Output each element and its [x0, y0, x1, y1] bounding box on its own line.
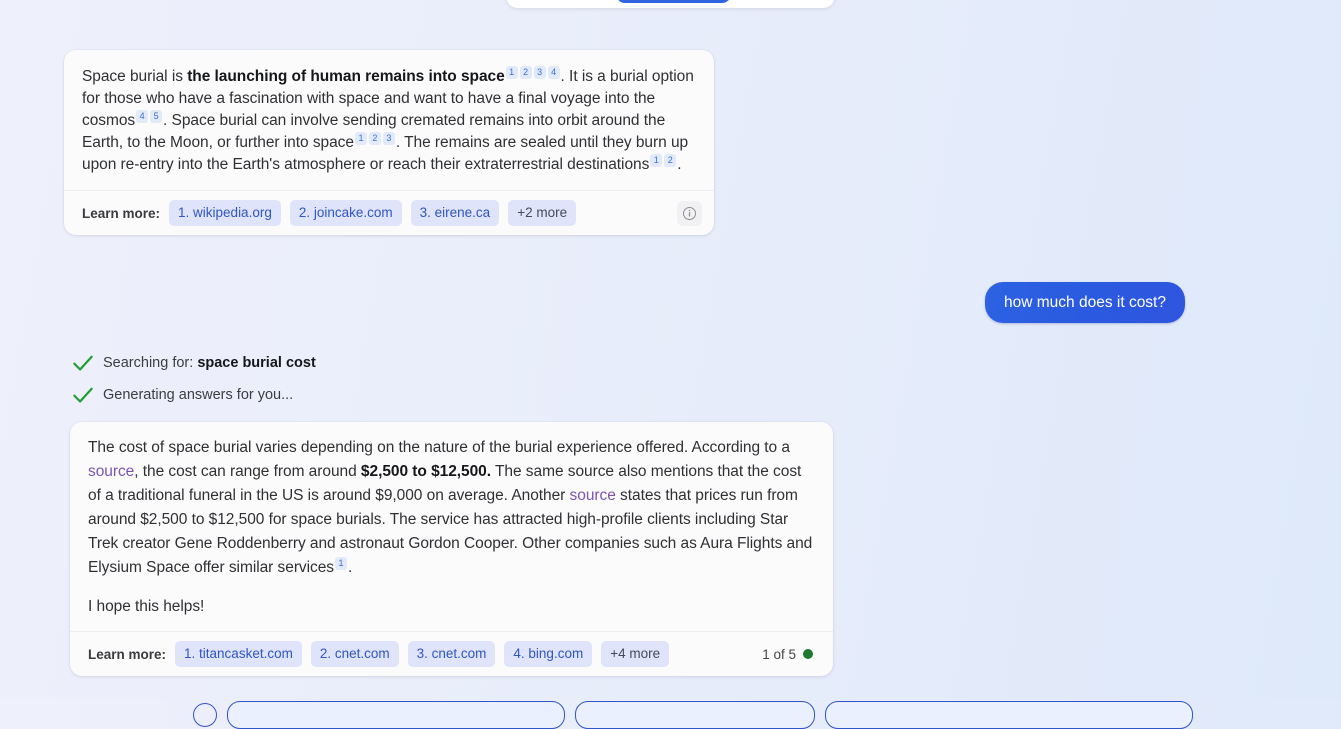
- citation-badge[interactable]: 3: [382, 132, 395, 145]
- answer-1-text-lead: Space burial is: [82, 68, 188, 85]
- answer-2-text-2: , the cost can range from around: [134, 463, 361, 480]
- answer-card-2-paragraph-1: The cost of space burial varies dependin…: [88, 436, 815, 580]
- answer-1-bold-phrase: the launching of human remains into spac…: [187, 68, 505, 85]
- more-sources-chip[interactable]: +2 more: [508, 200, 577, 226]
- answer-2-text-5: .: [347, 559, 353, 576]
- source-chip[interactable]: 1. titancasket.com: [175, 641, 302, 667]
- suggestion-chip[interactable]: [575, 701, 815, 729]
- citation-badge[interactable]: 1: [335, 557, 347, 570]
- status-query: space burial cost: [197, 355, 316, 371]
- suggestion-chips-row: [0, 701, 1341, 729]
- info-icon-glyph: [683, 206, 696, 220]
- status-list: Searching for: space burial cost Generat…: [70, 350, 316, 414]
- source-link[interactable]: source: [570, 487, 616, 504]
- source-chip[interactable]: 1. wikipedia.org: [169, 200, 281, 226]
- answer-card-2-footer: Learn more: 1. titancasket.com 2. cnet.c…: [70, 631, 833, 676]
- citation-badge[interactable]: 2: [664, 154, 677, 167]
- more-sources-chip[interactable]: +4 more: [601, 641, 670, 667]
- suggestion-avatar-icon: [193, 703, 217, 727]
- check-icon: [73, 387, 93, 403]
- citation-badge[interactable]: 4: [547, 66, 560, 79]
- citation-badge[interactable]: 5: [150, 110, 163, 123]
- answer-card-2: The cost of space burial varies dependin…: [70, 422, 833, 676]
- learn-more-label: Learn more:: [88, 646, 167, 662]
- source-chip[interactable]: 4. bing.com: [504, 641, 593, 667]
- answer-card-1-footer: Learn more: 1. wikipedia.org 2. joincake…: [64, 190, 714, 235]
- answer-1-text-tail: .: [677, 156, 682, 173]
- suggestion-chip[interactable]: [825, 701, 1193, 729]
- turn-counter-label: 1 of 5: [762, 646, 796, 662]
- status-dot-icon: [803, 649, 813, 659]
- answer-2-price-range: $2,500 to $12,500.: [360, 463, 492, 480]
- status-row-searching: Searching for: space burial cost: [70, 350, 316, 376]
- source-chip[interactable]: 3. eirene.ca: [410, 200, 500, 226]
- answer-card-1-paragraph: Space burial is the launching of human r…: [82, 66, 696, 176]
- source-chip[interactable]: 3. cnet.com: [407, 641, 496, 667]
- answer-card-1: Space burial is the launching of human r…: [64, 50, 714, 235]
- source-chip[interactable]: 2. cnet.com: [310, 641, 399, 667]
- status-text-generating: Generating answers for you...: [103, 387, 294, 403]
- citation-badge[interactable]: 4: [136, 110, 149, 123]
- source-link[interactable]: source: [88, 463, 134, 480]
- info-icon[interactable]: [677, 200, 702, 226]
- check-icon: [73, 355, 93, 371]
- turn-counter: 1 of 5: [762, 647, 821, 662]
- citation-badge[interactable]: 2: [519, 66, 532, 79]
- status-text-searching: Searching for: space burial cost: [103, 355, 316, 371]
- answer-card-2-body: The cost of space burial varies dependin…: [70, 422, 833, 631]
- answer-card-2-paragraph-2: I hope this helps!: [88, 598, 205, 615]
- user-message-bubble: how much does it cost?: [985, 282, 1185, 323]
- citation-badge[interactable]: 1: [354, 132, 367, 145]
- status-row-generating: Generating answers for you...: [70, 382, 316, 408]
- citation-badge[interactable]: 1: [505, 66, 518, 79]
- status-prefix: Searching for:: [103, 355, 198, 371]
- answer-2-text-1: The cost of space burial varies dependin…: [88, 439, 790, 456]
- learn-more-label: Learn more:: [82, 205, 161, 221]
- answer-card-1-body: Space burial is the launching of human r…: [64, 50, 714, 190]
- citation-badge[interactable]: 2: [368, 132, 381, 145]
- suggestion-chip[interactable]: [227, 701, 565, 729]
- citation-badge[interactable]: 1: [650, 154, 663, 167]
- citation-badge[interactable]: 3: [533, 66, 546, 79]
- conversation-thread: Space burial is the launching of human r…: [0, 0, 1341, 729]
- source-chip[interactable]: 2. joincake.com: [289, 200, 402, 226]
